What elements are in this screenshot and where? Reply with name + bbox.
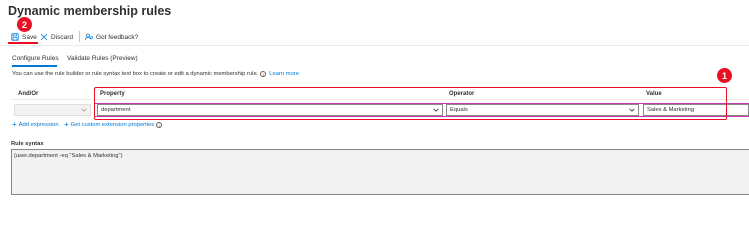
description: You can use the rule builder or rule syn…: [12, 71, 299, 77]
discard-label: Discard: [51, 33, 74, 41]
step-badge-1: 1: [717, 68, 732, 83]
property-highlight-box: [94, 87, 727, 120]
and-or-select[interactable]: [14, 104, 91, 116]
tab-validate-rules[interactable]: Validate Rules (Preview): [67, 55, 138, 62]
page-title: Dynamic membership rules: [8, 4, 172, 18]
toolbar-separator: [79, 31, 80, 42]
plus-icon: +: [12, 120, 17, 129]
get-custom-extension-link[interactable]: + Get custom extension properties i: [64, 120, 165, 129]
add-expression-link[interactable]: + Add expression: [12, 120, 59, 129]
chevron-down-icon: [81, 108, 87, 112]
toolbar-divider: [0, 45, 749, 46]
more-options-icon[interactable]: ···: [149, 6, 161, 16]
feedback-label: Got feedback?: [96, 33, 139, 41]
info-icon[interactable]: i: [156, 122, 163, 128]
column-header-and-or: And/Or: [18, 91, 39, 97]
get-custom-extension-label: Get custom extension properties: [70, 122, 155, 128]
save-icon: [11, 33, 19, 41]
tab-configure-rules[interactable]: Configure Rules: [12, 55, 59, 62]
save-label: Save: [22, 33, 37, 41]
feedback-icon: [85, 33, 93, 41]
description-text: You can use the rule builder or rule syn…: [12, 71, 259, 77]
learn-more-link[interactable]: Learn more: [269, 71, 299, 77]
discard-button[interactable]: Discard: [40, 30, 73, 44]
close-icon: [40, 33, 48, 41]
info-icon[interactable]: i: [260, 71, 267, 77]
feedback-button[interactable]: Got feedback?: [85, 30, 138, 44]
rule-syntax-text: (user.department -eq "Sales & Marketing"…: [14, 153, 123, 159]
plus-icon: +: [64, 120, 69, 129]
rule-syntax-textbox[interactable]: (user.department -eq "Sales & Marketing"…: [11, 149, 749, 195]
save-button[interactable]: Save: [11, 30, 37, 44]
add-expression-label: Add expression: [18, 122, 59, 128]
active-tab-indicator: [12, 65, 57, 67]
rule-syntax-label: Rule syntax: [11, 141, 44, 147]
